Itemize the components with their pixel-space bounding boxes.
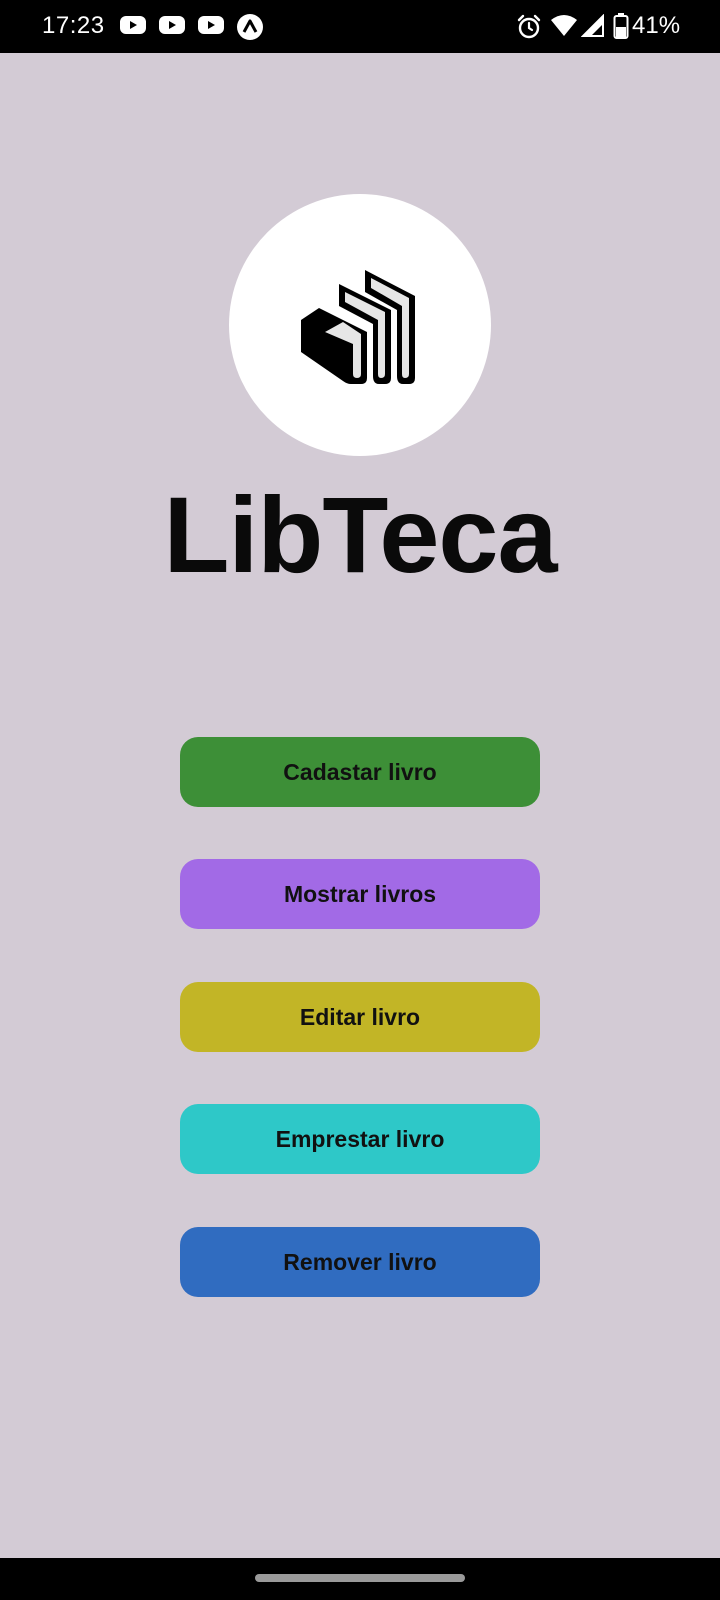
books-logo-icon bbox=[301, 270, 415, 384]
signal-icon bbox=[581, 14, 604, 37]
show-books-label: Mostrar livros bbox=[283, 880, 437, 907]
edit-book-button[interactable]: Editar livro bbox=[180, 982, 540, 1052]
app-title: LibTeca bbox=[163, 474, 557, 595]
youtube-icon bbox=[120, 16, 146, 34]
remove-book-label: Remover livro bbox=[283, 1248, 437, 1275]
lend-book-button[interactable]: Emprestar livro bbox=[180, 1104, 540, 1174]
show-books-button[interactable]: Mostrar livros bbox=[180, 859, 540, 929]
youtube-icon bbox=[198, 16, 224, 34]
status-bar: 17:23 41% bbox=[0, 0, 720, 53]
lend-book-label: Emprestar livro bbox=[275, 1125, 445, 1152]
app-logo bbox=[229, 194, 491, 456]
remove-book-button[interactable]: Remover livro bbox=[180, 1227, 540, 1297]
status-time: 17:23 bbox=[42, 12, 105, 39]
app-notification-icon bbox=[237, 14, 263, 40]
youtube-icon bbox=[159, 16, 185, 34]
register-book-button[interactable]: Cadastar livro bbox=[180, 737, 540, 807]
register-book-label: Cadastar livro bbox=[283, 758, 437, 785]
wifi-icon bbox=[551, 15, 577, 36]
home-gesture-handle[interactable] bbox=[255, 1574, 465, 1582]
navigation-bar bbox=[0, 1558, 720, 1600]
edit-book-label: Editar livro bbox=[299, 1003, 421, 1030]
battery-percentage: 41% bbox=[632, 12, 681, 39]
alarm-icon bbox=[517, 14, 541, 39]
battery-icon bbox=[613, 13, 629, 39]
